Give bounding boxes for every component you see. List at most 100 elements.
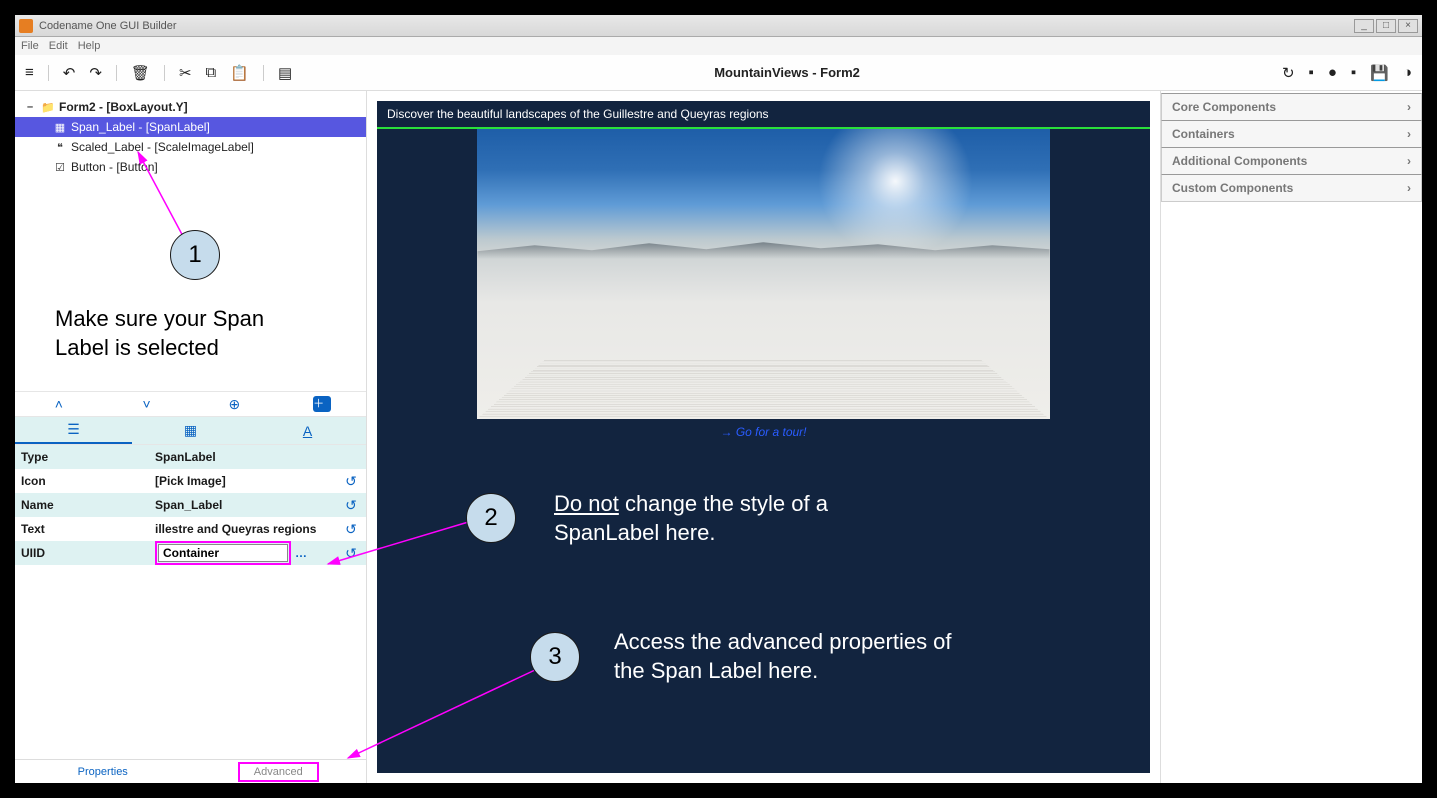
chevron-right-icon: › [1407, 127, 1411, 141]
maximize-button[interactable]: □ [1376, 19, 1396, 33]
tree-item-label: Button - [Button] [71, 160, 158, 174]
new-icon[interactable]: ＋ [278, 392, 366, 416]
tab-advanced[interactable]: Advanced [191, 760, 367, 783]
prop-key: UIID [15, 546, 155, 560]
chevron-right-icon: › [1407, 100, 1411, 114]
uiid-highlight [155, 541, 291, 565]
bottom-tabs: Properties Advanced [15, 759, 366, 783]
redo-icon[interactable]: ↷ [89, 64, 102, 82]
window-title: Codename One GUI Builder [39, 20, 177, 32]
property-grid: Type SpanLabel Icon [Pick Image] ↺ Name … [15, 445, 366, 759]
tree-item-label: Scaled_Label - [ScaleImageLabel] [71, 140, 254, 154]
revert-icon[interactable]: ↺ [336, 545, 366, 562]
chevron-right-icon: › [1407, 154, 1411, 168]
prop-row-type: Type SpanLabel [15, 445, 366, 469]
revert-icon[interactable]: ↺ [336, 473, 366, 490]
menu-help[interactable]: Help [78, 40, 101, 52]
palette-additional-components[interactable]: Additional Components › [1161, 147, 1422, 175]
prop-key: Name [15, 498, 155, 512]
prop-row-name[interactable]: Name Span_Label ↺ [15, 493, 366, 517]
save-icon[interactable]: 💾 [1370, 64, 1389, 82]
settings-icon[interactable]: ◑ [1403, 64, 1412, 81]
tree-root[interactable]: – 📁 Form2 - [BoxLayout.Y] [15, 97, 366, 117]
prop-val: SpanLabel [155, 450, 336, 464]
toolbar-title: MountainViews - Form2 [292, 65, 1282, 80]
chevron-right-icon: › [1407, 181, 1411, 195]
undo-icon[interactable]: ↶ [63, 64, 76, 82]
main-area: – 📁 Form2 - [BoxLayout.Y] ▦ Span_Label -… [15, 91, 1422, 783]
snapshot-icon[interactable]: ▪ [1309, 64, 1314, 81]
menu-file[interactable]: File [21, 40, 39, 52]
scaled-image-preview[interactable] [477, 129, 1049, 419]
prop-key: Text [15, 522, 155, 536]
palette-label: Containers [1172, 127, 1235, 141]
prop-key: Type [15, 450, 155, 464]
component-palette: Core Components › Containers › Additiona… [1160, 91, 1422, 783]
tree-item-span-label[interactable]: ▦ Span_Label - [SpanLabel] [15, 117, 366, 137]
menu-bar: File Edit Help [15, 37, 1422, 55]
minimize-button[interactable]: _ [1354, 19, 1374, 33]
prop-tab-list[interactable]: ☰ [15, 417, 132, 444]
check-icon: ☑ [53, 161, 67, 174]
tour-button[interactable]: → Go for a tour! [377, 419, 1150, 445]
toolbar: ≡ ↶ ↷ 🗑 ✂ ⧉ 📋 ▤ MountainViews - Form2 ↻ … [15, 55, 1422, 91]
add-icon[interactable]: ⊕ [191, 392, 279, 416]
canvas-wrap: Discover the beautiful landscapes of the… [367, 91, 1160, 783]
toolbar-right: ↻ ▪ ● ▪ 💾 ◑ [1282, 64, 1412, 82]
tab-properties[interactable]: Properties [15, 760, 191, 783]
palette-containers[interactable]: Containers › [1161, 120, 1422, 148]
revert-icon[interactable]: ↺ [336, 521, 366, 538]
palette-custom-components[interactable]: Custom Components › [1161, 174, 1422, 202]
arrow-right-icon: → [720, 425, 732, 439]
app-icon [19, 19, 33, 33]
revert-icon[interactable]: ↺ [336, 497, 366, 514]
tree-item-button[interactable]: ☑ Button - [Button] [15, 157, 366, 177]
prop-tab-text[interactable]: A [249, 417, 366, 444]
move-up-icon[interactable]: ˄ [15, 392, 103, 416]
tree-item-label: Span_Label - [SpanLabel] [71, 120, 210, 134]
grid-icon: ▦ [53, 121, 67, 134]
prop-key: Icon [15, 474, 155, 488]
paste-icon[interactable]: 📋 [230, 64, 249, 82]
refresh-icon[interactable]: ↻ [1282, 64, 1295, 82]
collapse-icon[interactable]: – [23, 101, 37, 113]
palette-label: Additional Components [1172, 154, 1307, 168]
image-icon[interactable]: ▪ [1351, 64, 1356, 81]
tree-toolbar: ˄ ˅ ⊕ ＋ [15, 391, 366, 417]
device-canvas[interactable]: Discover the beautiful landscapes of the… [377, 101, 1150, 773]
cut-icon[interactable]: ✂ [179, 64, 192, 82]
prop-val[interactable]: Span_Label [155, 498, 336, 512]
tree-root-label: Form2 - [BoxLayout.Y] [59, 100, 188, 114]
prop-val[interactable]: [Pick Image] [155, 474, 336, 488]
prop-row-uiid[interactable]: UIID … ↺ [15, 541, 366, 565]
copy-icon[interactable]: ⧉ [206, 64, 217, 81]
palette-core-components[interactable]: Core Components › [1161, 93, 1422, 121]
prop-row-icon[interactable]: Icon [Pick Image] ↺ [15, 469, 366, 493]
uiid-input[interactable] [158, 544, 288, 562]
palette-label: Core Components [1172, 100, 1276, 114]
folder-icon: 📁 [41, 101, 55, 114]
more-icon[interactable]: … [295, 546, 307, 560]
span-label-banner[interactable]: Discover the beautiful landscapes of the… [377, 101, 1150, 129]
component-tree: – 📁 Form2 - [BoxLayout.Y] ▦ Span_Label -… [15, 91, 366, 391]
move-down-icon[interactable]: ˅ [103, 392, 191, 416]
record-icon[interactable]: ● [1328, 64, 1337, 81]
prop-tab-grid[interactable]: ▦ [132, 417, 249, 444]
property-tabs: ☰ ▦ A [15, 417, 366, 445]
palette-label: Custom Components [1172, 181, 1293, 195]
delete-icon[interactable]: 🗑 [131, 64, 150, 82]
menu-edit[interactable]: Edit [49, 40, 68, 52]
window-controls: _ □ × [1354, 19, 1418, 33]
prop-val[interactable]: … [155, 541, 336, 565]
tour-label: Go for a tour! [736, 425, 807, 439]
title-bar: Codename One GUI Builder _ □ × [15, 15, 1422, 37]
list-icon[interactable]: ▤ [278, 64, 292, 82]
prop-val[interactable]: illestre and Queyras regions [155, 522, 336, 536]
close-button[interactable]: × [1398, 19, 1418, 33]
app-window: Codename One GUI Builder _ □ × File Edit… [15, 15, 1422, 783]
left-panel: – 📁 Form2 - [BoxLayout.Y] ▦ Span_Label -… [15, 91, 367, 783]
menu-icon[interactable]: ≡ [25, 64, 34, 81]
tree-item-scaled-label[interactable]: ❝ Scaled_Label - [ScaleImageLabel] [15, 137, 366, 157]
toolbar-left: ≡ ↶ ↷ 🗑 ✂ ⧉ 📋 ▤ [25, 64, 292, 82]
prop-row-text[interactable]: Text illestre and Queyras regions ↺ [15, 517, 366, 541]
